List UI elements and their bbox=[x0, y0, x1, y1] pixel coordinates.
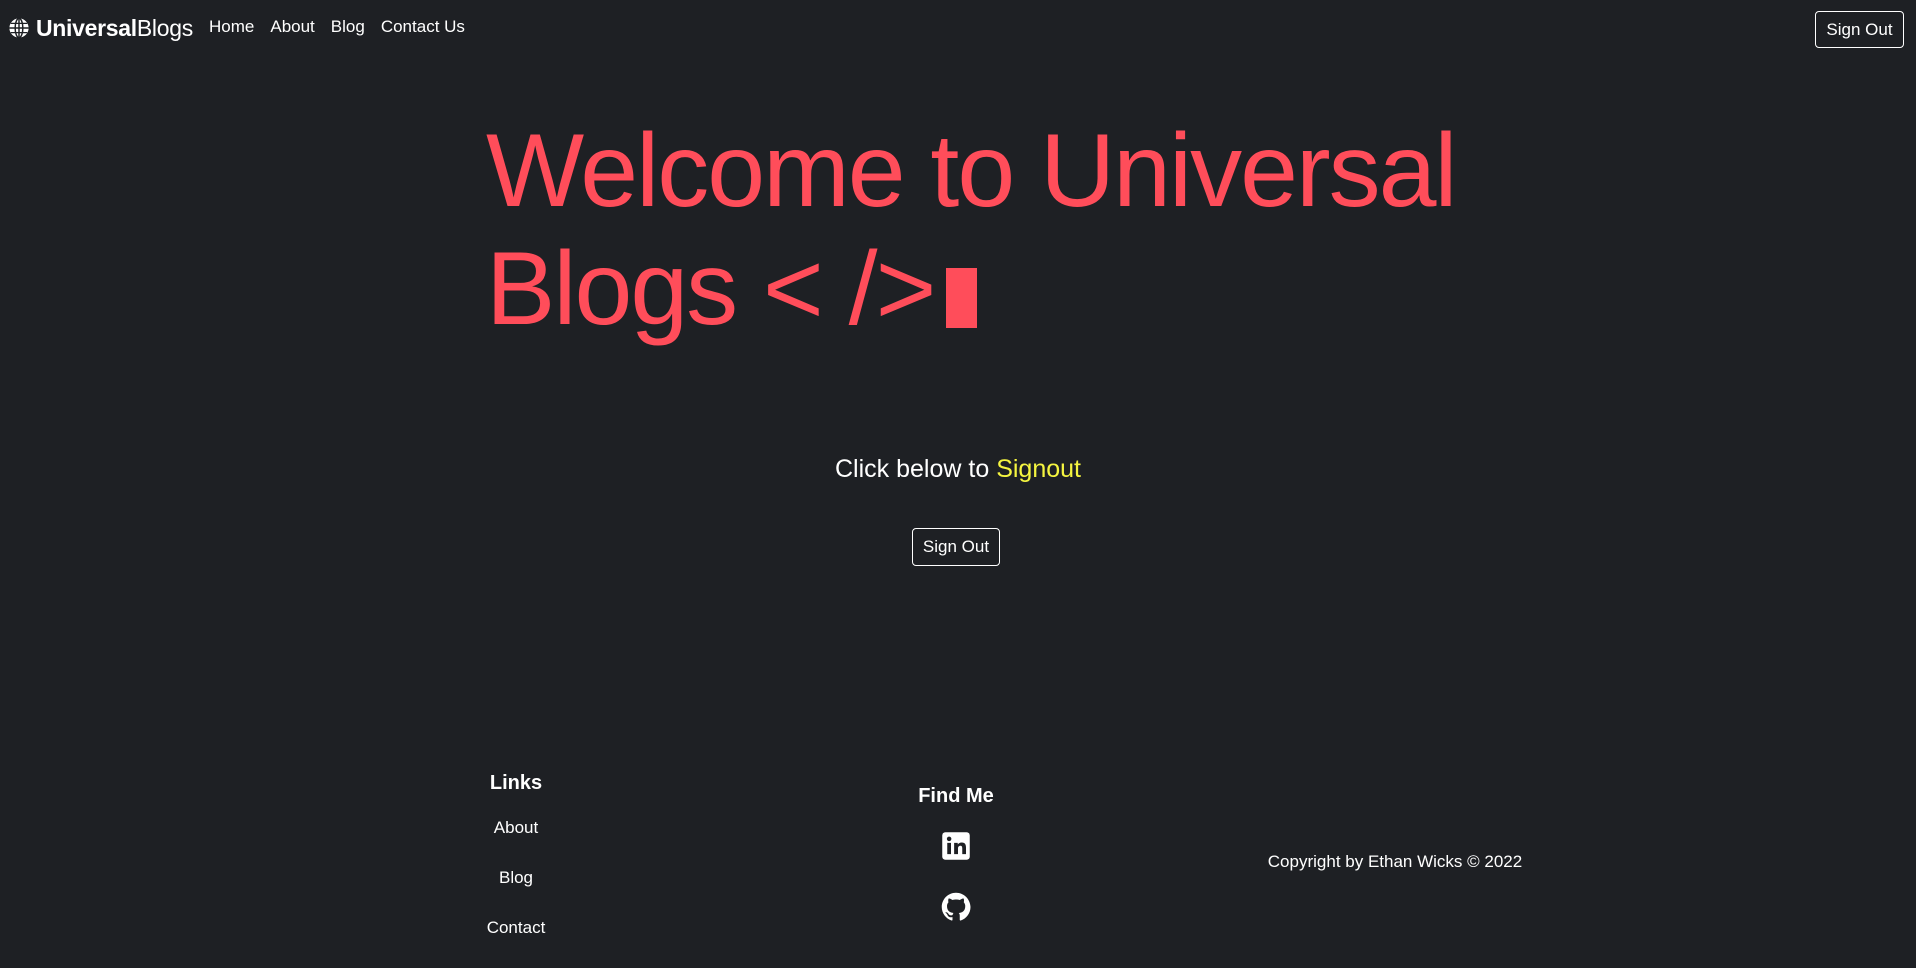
brand-name-light: Blogs bbox=[136, 14, 193, 41]
brand-logo[interactable]: Universal Blogs bbox=[8, 13, 193, 43]
hero-title: Welcome to Universal Blogs < /> bbox=[486, 112, 1486, 348]
footer-link-about[interactable]: About bbox=[456, 818, 576, 838]
brand-name-bold: Universal bbox=[36, 14, 137, 41]
nav-link-home[interactable]: Home bbox=[209, 17, 254, 37]
footer-link-blog[interactable]: Blog bbox=[456, 868, 576, 888]
globe-icon bbox=[9, 17, 29, 39]
signout-prompt-highlight: Signout bbox=[996, 455, 1081, 483]
footer-links-title: Links bbox=[489, 772, 543, 794]
typing-cursor bbox=[946, 268, 978, 328]
github-icon[interactable] bbox=[941, 892, 971, 922]
navbar: Universal Blogs Home About Blog Contact … bbox=[0, 0, 1916, 58]
nav-link-blog[interactable]: Blog bbox=[331, 17, 365, 37]
signout-prompt: Click below to Signout bbox=[0, 455, 1916, 484]
signout-prompt-text: Click below to bbox=[835, 455, 990, 483]
nav-links: Home About Blog Contact Us bbox=[209, 17, 481, 37]
page: Universal Blogs Home About Blog Contact … bbox=[0, 0, 1916, 968]
linkedin-icon[interactable] bbox=[941, 831, 971, 861]
footer-find-me-title: Find Me bbox=[918, 785, 994, 807]
nav-link-about[interactable]: About bbox=[270, 17, 314, 37]
nav-signout-button[interactable]: Sign Out bbox=[1815, 11, 1904, 48]
main-signout-button[interactable]: Sign Out bbox=[912, 528, 1000, 566]
nav-link-contact-us[interactable]: Contact Us bbox=[381, 17, 465, 37]
footer-link-contact[interactable]: Contact bbox=[456, 918, 576, 938]
copyright-text: Copyright by Ethan Wicks © 2022 bbox=[1267, 852, 1523, 871]
